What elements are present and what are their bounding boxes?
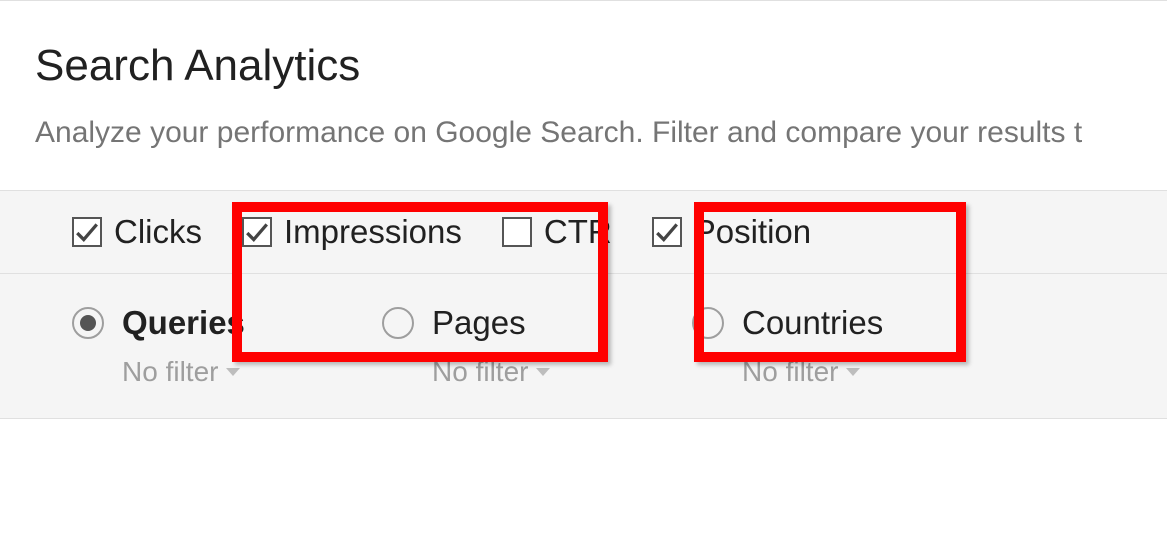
dimension-countries-filter[interactable]: No filter — [742, 356, 1002, 388]
metric-label: CTR — [544, 213, 612, 251]
metric-label: Impressions — [284, 213, 462, 251]
checkbox-checked-icon — [652, 217, 682, 247]
metrics-row: Clicks Impressions CTR Position — [0, 190, 1167, 274]
radio-unselected-icon — [692, 307, 724, 339]
dimension-label: Queries — [122, 304, 245, 342]
radio-unselected-icon — [382, 307, 414, 339]
page-title: Search Analytics — [35, 41, 1167, 91]
page-description: Analyze your performance on Google Searc… — [35, 116, 1167, 150]
metric-label: Clicks — [114, 213, 202, 251]
search-analytics-panel: Search Analytics Analyze your performanc… — [0, 1, 1167, 419]
dimension-label: Pages — [432, 304, 526, 342]
header: Search Analytics Analyze your performanc… — [0, 1, 1167, 150]
dimension-pages-filter[interactable]: No filter — [432, 356, 692, 388]
dimension-pages-radio[interactable]: Pages — [382, 304, 692, 342]
dropdown-caret-icon — [536, 368, 550, 376]
dimension-countries-radio[interactable]: Countries — [692, 304, 1002, 342]
dimension-pages: Pages No filter — [382, 304, 692, 388]
dimension-label: Countries — [742, 304, 883, 342]
metric-position[interactable]: Position — [652, 213, 811, 251]
dropdown-caret-icon — [226, 368, 240, 376]
checkbox-checked-icon — [242, 217, 272, 247]
dimension-queries: Queries No filter — [72, 304, 382, 388]
metric-ctr[interactable]: CTR — [502, 213, 612, 251]
filter-label: No filter — [432, 356, 528, 388]
filter-label: No filter — [742, 356, 838, 388]
filter-label: No filter — [122, 356, 218, 388]
metric-label: Position — [694, 213, 811, 251]
checkbox-checked-icon — [72, 217, 102, 247]
metric-impressions[interactable]: Impressions — [242, 213, 462, 251]
dropdown-caret-icon — [846, 368, 860, 376]
dimension-queries-radio[interactable]: Queries — [72, 304, 382, 342]
radio-selected-icon — [72, 307, 104, 339]
checkbox-unchecked-icon — [502, 217, 532, 247]
dimension-queries-filter[interactable]: No filter — [122, 356, 382, 388]
metric-clicks[interactable]: Clicks — [72, 213, 202, 251]
dimension-countries: Countries No filter — [692, 304, 1002, 388]
dimensions-row: Queries No filter Pages No filter Countr… — [0, 274, 1167, 419]
